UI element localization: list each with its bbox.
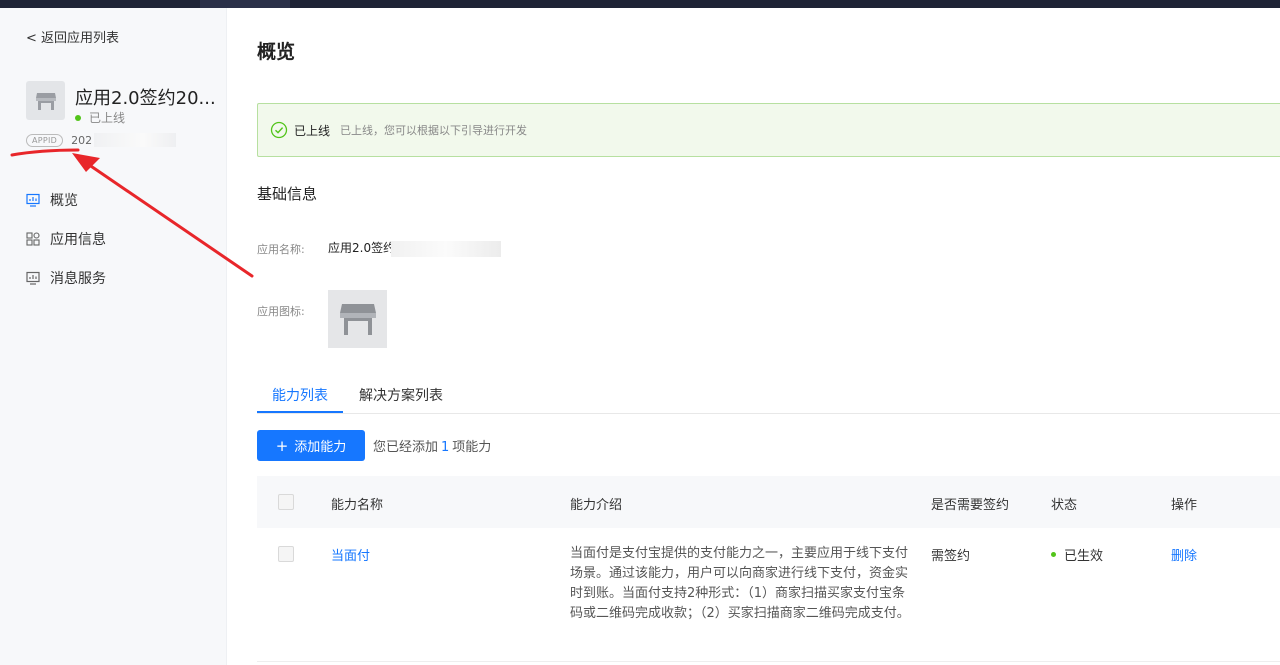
count-suffix: 项能力: [452, 440, 492, 455]
grid-icon: [26, 231, 40, 246]
table-header: 能力名称 能力介绍 是否需要签约 状态 操作: [257, 476, 1280, 528]
status-dot: [1051, 552, 1056, 557]
message-service-icon: [26, 271, 40, 285]
top-bar: [0, 0, 1280, 8]
basic-info-title: 基础信息: [257, 185, 318, 203]
app-icon-label: 应用图标:: [257, 305, 305, 318]
active-tab-indicator: [257, 411, 343, 413]
header-status: 状态: [1051, 498, 1078, 513]
check-circle-icon: [270, 121, 288, 139]
dashboard-icon: [26, 193, 40, 207]
sidebar-item-overview[interactable]: 概览: [26, 180, 106, 219]
alert-description: 已上线，您可以根据以下引导进行开发: [340, 124, 528, 137]
sidebar-item-label: 消息服务: [50, 270, 106, 287]
tab-solution-list[interactable]: 解决方案列表: [359, 385, 443, 405]
capability-table: 能力名称 能力介绍 是否需要签约 状态 操作 当面付 当面付是支付宝提供的支付能…: [257, 476, 1280, 662]
app-name: 应用2.0签约20...: [75, 88, 216, 109]
header-signing-required: 是否需要签约: [931, 498, 1010, 513]
online-dot: [75, 114, 81, 121]
sidebar: < 返回应用列表 应用2.0签约20... 已上线 APPID 202 概览 应…: [0, 8, 227, 665]
appid-row: APPID 202: [26, 133, 177, 147]
capability-description: 当面付是支付宝提供的支付能力之一，主要应用于线下支付场景。通过该能力，用户可以向…: [570, 546, 910, 621]
appid-badge: APPID: [26, 133, 64, 147]
app-store-icon: [26, 81, 65, 120]
app-status: 已上线: [75, 109, 125, 126]
app-name-value: 应用2.0签约: [328, 239, 502, 257]
app-status-text: 已上线: [89, 111, 126, 125]
count-prefix: 您已经添加: [373, 440, 439, 455]
signing-required: 需签约: [931, 549, 971, 564]
alert-title: 已上线: [294, 123, 331, 138]
add-capability-label: 添加能力: [294, 440, 347, 455]
capability-count: 您已经添加 1 项能力: [373, 436, 491, 455]
plus-icon: +: [275, 436, 289, 455]
header-capability-intro: 能力介绍: [570, 498, 623, 513]
app-name-label: 应用名称:: [257, 243, 305, 256]
main-content: 概览 已上线 已上线，您可以根据以下引导进行开发 基础信息 应用名称: 应用2.…: [228, 8, 1280, 665]
status-badge: 已生效: [1051, 545, 1103, 564]
header-capability-name: 能力名称: [331, 498, 384, 513]
sidebar-item-message-service[interactable]: 消息服务: [26, 258, 106, 297]
appid-redacted: [94, 133, 177, 147]
delete-button[interactable]: 删除: [1171, 545, 1197, 564]
back-to-app-list-link[interactable]: < 返回应用列表: [26, 27, 119, 46]
add-capability-button[interactable]: + 添加能力: [257, 430, 365, 461]
appid-value[interactable]: 202: [71, 134, 92, 147]
app-name-text: 应用2.0签约: [328, 241, 396, 255]
tabs: 能力列表 解决方案列表: [257, 376, 1280, 414]
table-row: 当面付 当面付是支付宝提供的支付能力之一，主要应用于线下支付场景。通过该能力，用…: [257, 528, 1280, 662]
select-all-checkbox[interactable]: [278, 494, 294, 510]
online-alert: 已上线 已上线，您可以根据以下引导进行开发: [257, 103, 1280, 157]
page-title: 概览: [257, 41, 296, 63]
status-text: 已生效: [1064, 549, 1104, 564]
sidebar-item-app-info[interactable]: 应用信息: [26, 219, 106, 258]
header-actions: 操作: [1171, 498, 1198, 513]
app-store-icon: [328, 290, 387, 348]
sidebar-item-label: 应用信息: [50, 231, 106, 248]
tab-capability-list[interactable]: 能力列表: [272, 385, 328, 405]
capability-toolbar: + 添加能力 您已经添加 1 项能力: [257, 430, 491, 461]
capability-name-link[interactable]: 当面付: [331, 545, 370, 564]
sidebar-nav: 概览 应用信息 消息服务: [26, 180, 106, 297]
row-checkbox[interactable]: [278, 546, 294, 562]
sidebar-item-label: 概览: [50, 192, 78, 209]
count-number: 1: [441, 440, 450, 455]
app-name-redacted: [391, 240, 502, 257]
